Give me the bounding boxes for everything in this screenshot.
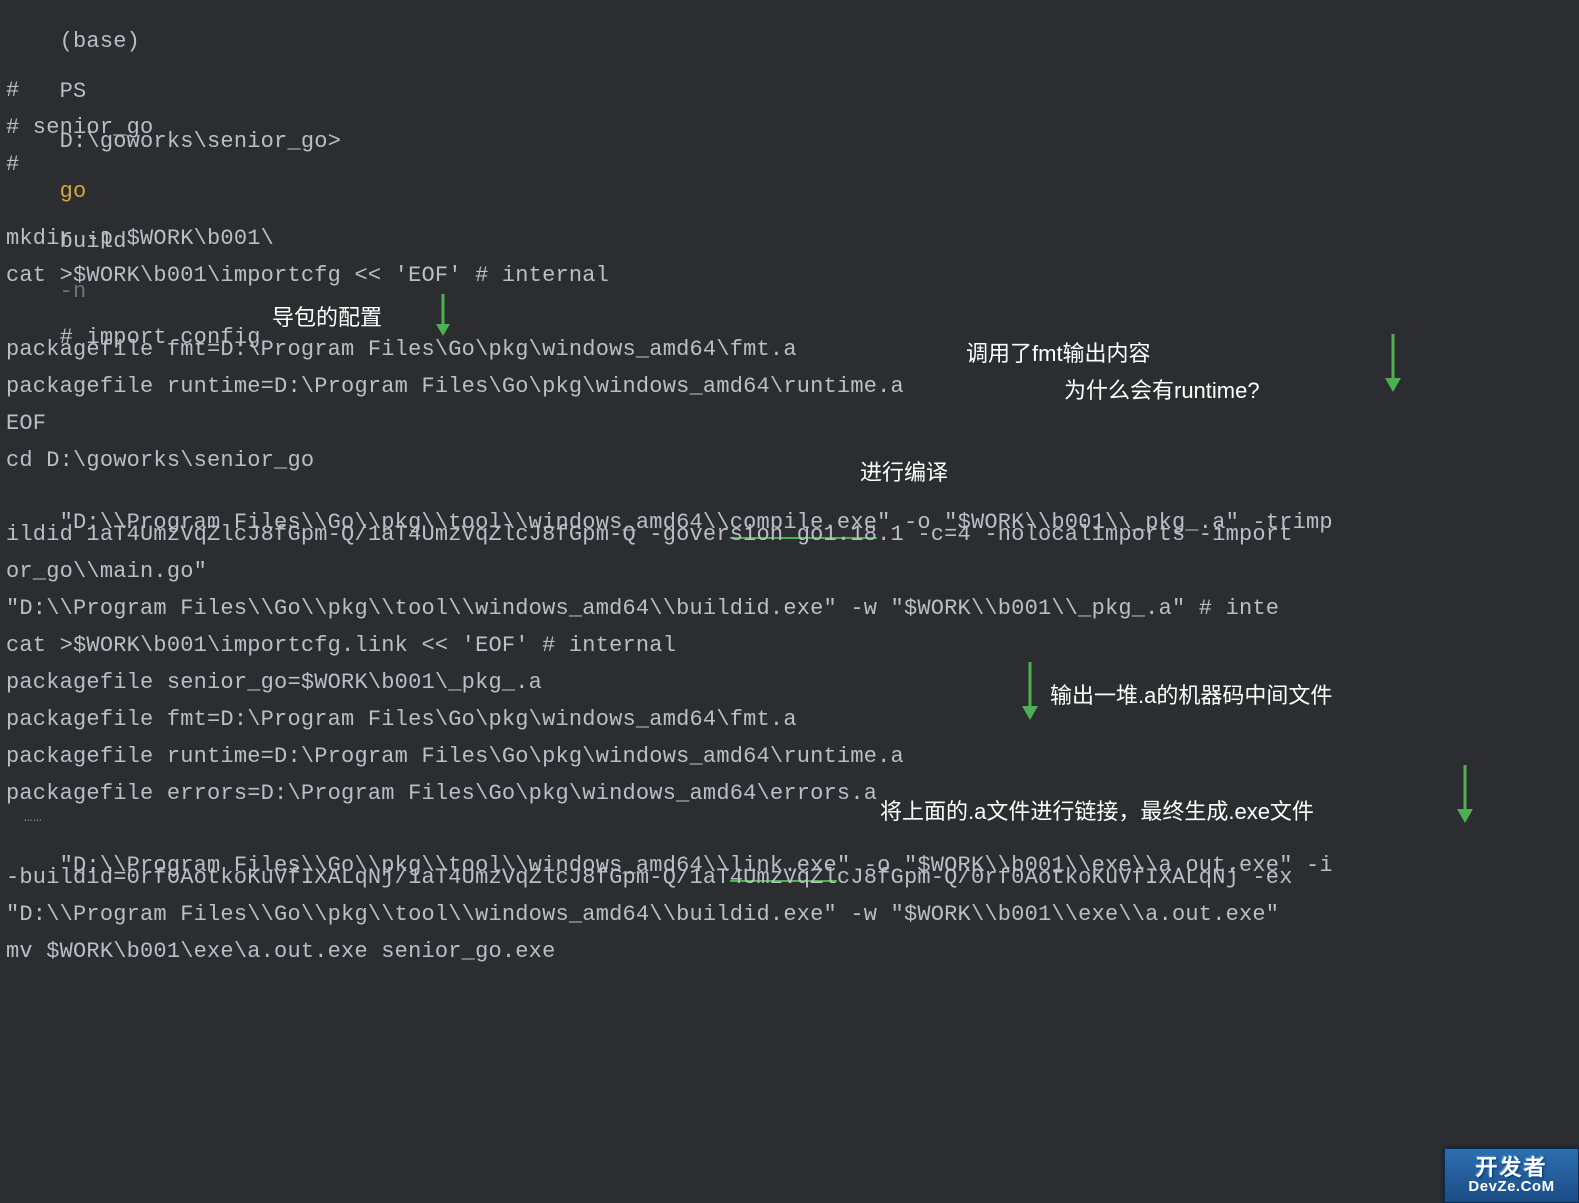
env-tag: (base) — [60, 29, 140, 54]
arrow-down-icon — [1450, 763, 1480, 825]
output-line: or_go\\main.go" — [6, 559, 207, 584]
go-command: go — [60, 179, 87, 204]
annotation-why-runtime: 为什么会有runtime? — [1064, 373, 1260, 405]
output-line: EOF — [6, 411, 46, 436]
output-line: # — [6, 78, 19, 103]
output-line: packagefile runtime=D:\Program Files\Go\… — [6, 744, 904, 769]
arrow-down-icon — [1015, 660, 1045, 722]
watermark-top: 开发者 — [1475, 1156, 1547, 1179]
annotation-import-config: 导包的配置 — [272, 300, 382, 332]
watermark: 开发者 DevZe.CoM — [1444, 1148, 1579, 1203]
shell-tag: PS — [60, 79, 87, 104]
watermark-bottom: DevZe.CoM — [1468, 1179, 1554, 1195]
output-line: -buildid=0rf0AotkoKuVfIXALqNj/1aT4UmzVqZ… — [6, 865, 1293, 890]
terminal-output: (base) PS D:\goworks\senior_go> go build… — [0, 0, 1579, 1203]
annotation-do-compile: 进行编译 — [860, 455, 948, 487]
output-line: packagefile errors=D:\Program Files\Go\p… — [6, 781, 877, 806]
output-line: mv $WORK\b001\exe\a.out.exe senior_go.ex… — [6, 939, 556, 964]
output-line: # — [6, 152, 19, 177]
output-line: cat >$WORK\b001\importcfg << 'EOF' # int… — [6, 263, 609, 288]
output-line: cd D:\goworks\senior_go — [6, 448, 314, 473]
arrow-down-icon — [430, 292, 456, 338]
output-line: packagefile fmt=D:\Program Files\Go\pkg\… — [6, 707, 797, 732]
output-line: packagefile runtime=D:\Program Files\Go\… — [6, 374, 904, 399]
annotation-link-desc: 将上面的.a文件进行链接，最终生成.exe文件 — [880, 794, 1314, 826]
output-line: cat >$WORK\b001\importcfg.link << 'EOF' … — [6, 633, 676, 658]
annotation-fmt-call: 调用了fmt输出内容 — [966, 336, 1151, 368]
output-line: # senior_go — [6, 115, 153, 140]
ellipsis: …… — [24, 810, 43, 826]
output-line: "D:\\Program Files\\Go\\pkg\\tool\\windo… — [6, 902, 1279, 927]
arrow-down-icon — [1378, 332, 1408, 394]
output-line: mkdir -p $WORK\b001\ — [6, 226, 274, 251]
annotation-a-files: 输出一堆.a的机器码中间文件 — [1050, 678, 1332, 710]
output-line: ildid 1aT4UmzVqZlcJ8fGpm-Q/1aT4UmzVqZlcJ… — [6, 522, 1293, 547]
output-line: packagefile fmt=D:\Program Files\Go\pkg\… — [6, 337, 797, 362]
output-line: "D:\\Program Files\\Go\\pkg\\tool\\windo… — [6, 596, 1279, 621]
output-line: packagefile senior_go=$WORK\b001\_pkg_.a — [6, 670, 542, 695]
